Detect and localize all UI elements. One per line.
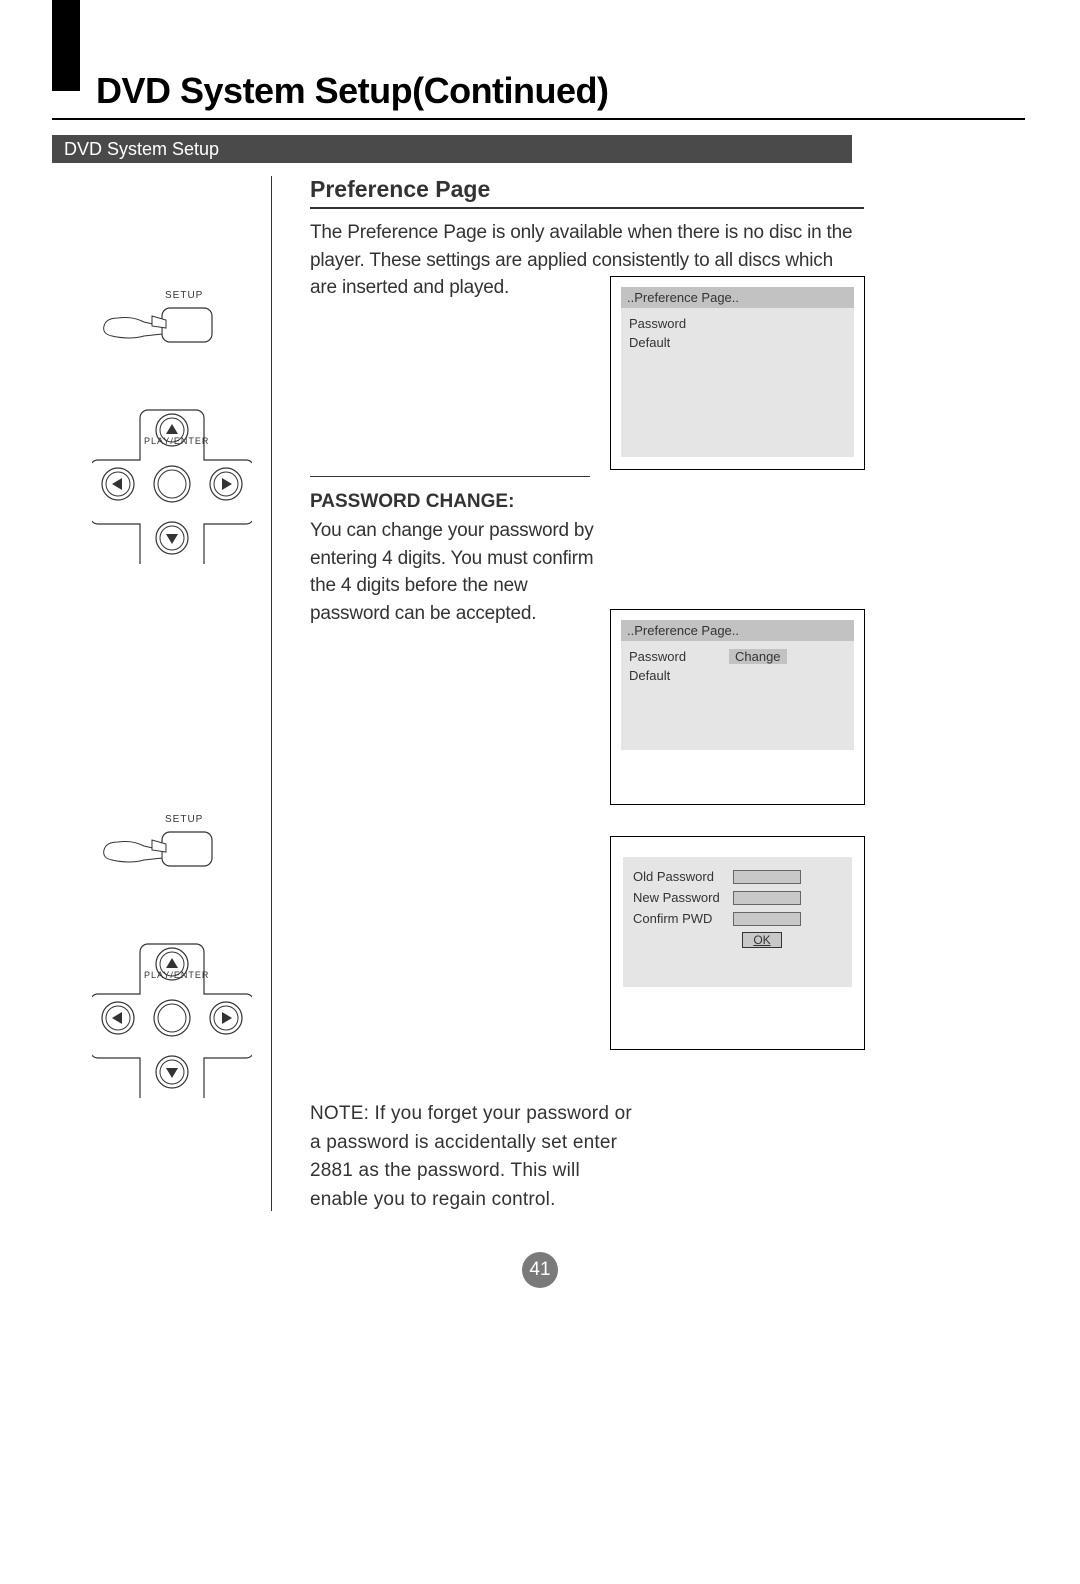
title-rule [52, 118, 1025, 120]
preference-rule [310, 207, 864, 209]
new-password-label: New Password [633, 890, 733, 905]
osd-preference-change-box: ..Preference Page.. Password Change Defa… [610, 609, 865, 805]
osd-titlebar: ..Preference Page.. [621, 287, 854, 308]
left-column: SETUP PLAY/ENTER [52, 176, 272, 1211]
section-divider [310, 476, 590, 477]
osd-menu-item-password[interactable]: Password [629, 314, 846, 333]
confirm-password-label: Confirm PWD [633, 911, 733, 926]
ok-button[interactable]: OK [742, 932, 782, 948]
dpad-diagram-2: PLAY/ENTER [92, 938, 252, 1098]
page-corner-decoration [52, 0, 80, 90]
password-change-heading: PASSWORD CHANGE: [310, 491, 610, 513]
hand-press-setup-icon-2 [92, 820, 222, 880]
dpad-center-label-2: PLAY/ENTER [144, 970, 209, 980]
osd-menu-item-default-2[interactable]: Default [629, 666, 846, 685]
note-text: NOTE: If you forget your password or a p… [310, 1100, 640, 1214]
section-bar: DVD System Setup [52, 135, 852, 163]
osd-menu-row-password[interactable]: Password Change [629, 647, 846, 666]
preference-heading: Preference Page [310, 176, 864, 203]
osd-menu-item-default[interactable]: Default [629, 333, 846, 352]
setup-button-label: SETUP [165, 290, 203, 301]
dpad-icon-2 [92, 938, 252, 1098]
osd-menu-item-password-label: Password [629, 649, 729, 664]
setup-button-label-2: SETUP [165, 814, 203, 825]
osd-preference-page-box: ..Preference Page.. Password Default [610, 276, 865, 470]
password-change-body: You can change your password by entering… [310, 517, 610, 627]
osd-menu-item-password-value: Change [729, 649, 787, 664]
dpad-icon [92, 404, 252, 564]
osd-password-form-box: Old Password New Password Confirm PWD OK [610, 836, 865, 1050]
osd-titlebar-2: ..Preference Page.. [621, 620, 854, 641]
confirm-password-row: Confirm PWD [633, 911, 842, 926]
remote-diagram-2: SETUP [92, 820, 222, 880]
old-password-row: Old Password [633, 869, 842, 884]
old-password-label: Old Password [633, 869, 733, 884]
page-number: 41 [522, 1252, 558, 1288]
dpad-center-label: PLAY/ENTER [144, 436, 209, 446]
old-password-input[interactable] [733, 870, 801, 884]
page-title: DVD System Setup(Continued) [96, 70, 609, 112]
new-password-input[interactable] [733, 891, 801, 905]
dpad-diagram-1: PLAY/ENTER [92, 404, 252, 564]
new-password-row: New Password [633, 890, 842, 905]
remote-diagram-1: SETUP [92, 296, 222, 356]
confirm-password-input[interactable] [733, 912, 801, 926]
hand-press-setup-icon [92, 296, 222, 356]
